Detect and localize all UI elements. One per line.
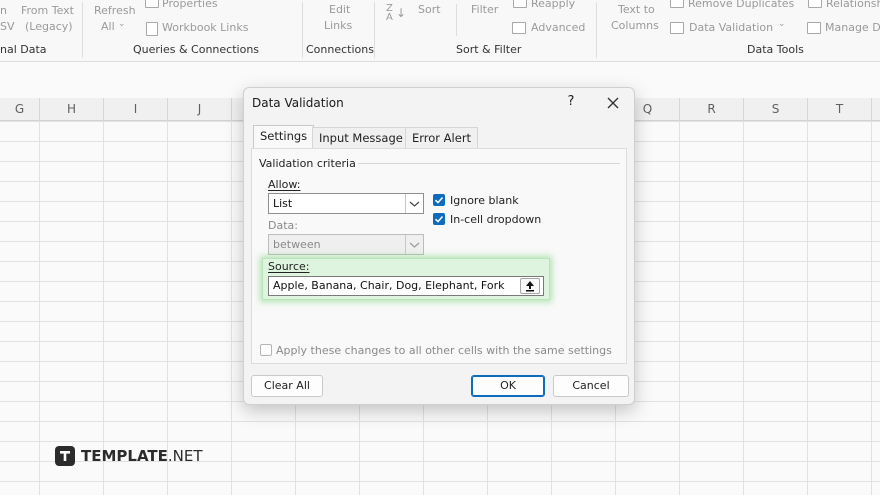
- relationships-button[interactable]: Relationsh: [826, 0, 880, 10]
- ok-button[interactable]: OK: [471, 375, 545, 397]
- apply-all-label[interactable]: Apply these changes to all other cells w…: [276, 344, 612, 357]
- tab-error-alert[interactable]: Error Alert: [405, 127, 479, 148]
- group-label-external-data: nal Data: [0, 43, 47, 56]
- relationships-icon: [808, 0, 822, 8]
- refresh-all-button[interactable]: Refresh: [94, 4, 136, 17]
- ribbon-separator: [82, 2, 83, 58]
- ribbon-separator: [302, 2, 303, 58]
- from-text-button[interactable]: From Text: [21, 4, 74, 17]
- settings-panel: Validation criteria Allow: List Ignore b…: [251, 148, 627, 364]
- brand-name: TEMPLATE.NET: [81, 447, 203, 465]
- group-label-data-tools: Data Tools: [747, 43, 804, 56]
- group-label-connections: Connections: [306, 43, 374, 56]
- advanced-filter-icon: [512, 22, 526, 34]
- dialog-title: Data Validation: [252, 96, 344, 110]
- refresh-all-label[interactable]: All: [101, 20, 115, 33]
- data-dropdown: between: [268, 234, 424, 255]
- advanced-button[interactable]: Advanced: [531, 21, 585, 34]
- validation-criteria-heading: Validation criteria: [259, 157, 356, 170]
- clear-all-button[interactable]: Clear All: [251, 375, 323, 397]
- allow-value: List: [273, 197, 293, 210]
- group-label-sort-filter: Sort & Filter: [456, 43, 522, 56]
- chevron-down-icon: [409, 242, 420, 248]
- t-logo-icon: [60, 451, 70, 461]
- tab-settings[interactable]: Settings: [253, 125, 315, 148]
- manage-data-model-button[interactable]: Manage Dat: [825, 21, 880, 34]
- dropdown-arrow[interactable]: [405, 194, 423, 213]
- data-value: between: [273, 238, 321, 251]
- brand-suffix: .NET: [167, 447, 203, 465]
- in-cell-dropdown-label[interactable]: In-cell dropdown: [450, 213, 541, 226]
- check-icon: [434, 215, 444, 223]
- ribbon-separator: [456, 4, 457, 36]
- data-validation-icon: [670, 22, 684, 34]
- edit-links-button[interactable]: Edit: [329, 3, 350, 16]
- data-validation-button[interactable]: Data Validation: [689, 21, 773, 34]
- reapply-icon: [513, 0, 527, 8]
- ribbon-separator: [374, 2, 375, 58]
- dropdown-arrow: [405, 235, 423, 254]
- source-value: Apple, Banana, Chair, Dog, Elephant, For…: [273, 279, 505, 292]
- tab-input-message[interactable]: Input Message: [312, 127, 410, 148]
- ignore-blank-checkbox[interactable]: [433, 194, 445, 206]
- source-label: Source:: [268, 260, 310, 273]
- from-text-partial-2: SV: [0, 20, 15, 33]
- cancel-button[interactable]: Cancel: [553, 375, 629, 397]
- ribbon: n From Text SV (Legacy) Refresh All ⌄ Pr…: [0, 0, 880, 62]
- data-label: Data:: [268, 219, 298, 232]
- ribbon-separator: [596, 2, 597, 58]
- workbook-links-button[interactable]: Workbook Links: [162, 21, 248, 34]
- help-button[interactable]: ?: [562, 94, 580, 112]
- template-logo-icon: [55, 446, 75, 466]
- arrow-down-icon: ↓: [396, 6, 407, 20]
- filter-button[interactable]: Filter: [471, 3, 498, 16]
- ignore-blank-label[interactable]: Ignore blank: [450, 194, 519, 207]
- remove-duplicates-icon: [670, 0, 684, 8]
- edit-links-label[interactable]: Links: [324, 19, 352, 32]
- in-cell-dropdown-checkbox[interactable]: [433, 213, 445, 225]
- data-validation-dialog: Data Validation ? Settings Input Message…: [243, 87, 635, 405]
- text-to-columns-button[interactable]: Text to: [618, 3, 655, 16]
- source-input[interactable]: Apple, Banana, Chair, Dog, Elephant, For…: [268, 276, 544, 296]
- text-to-columns-label[interactable]: Columns: [611, 19, 659, 32]
- section-divider: [358, 163, 620, 164]
- chevron-down-icon: [409, 201, 420, 207]
- chevron-down-icon[interactable]: ⌄: [778, 19, 786, 29]
- remove-duplicates-button[interactable]: Remove Duplicates: [688, 0, 794, 10]
- close-button[interactable]: [602, 92, 624, 114]
- allow-dropdown[interactable]: List: [268, 193, 424, 214]
- range-select-button[interactable]: [520, 278, 540, 294]
- arrow-up-icon: [526, 281, 534, 292]
- properties-icon: [145, 0, 159, 8]
- close-icon: [607, 97, 619, 109]
- allow-label: Allow:: [268, 178, 301, 191]
- reapply-button[interactable]: Reapply: [531, 0, 575, 10]
- chevron-down-icon[interactable]: ⌄: [118, 19, 126, 29]
- apply-all-checkbox[interactable]: [260, 344, 272, 356]
- from-text-legacy: (Legacy): [25, 20, 73, 33]
- properties-button[interactable]: Properties: [162, 0, 218, 10]
- from-text-partial[interactable]: n: [0, 4, 7, 17]
- brand-name-main: TEMPLATE: [81, 447, 168, 465]
- group-label-queries-connections: Queries & Connections: [133, 43, 260, 56]
- sort-za-button[interactable]: Z A: [386, 4, 393, 23]
- workbook-links-icon: [146, 22, 158, 36]
- manage-data-model-icon: [807, 22, 821, 34]
- check-icon: [434, 196, 444, 204]
- sort-button[interactable]: Sort: [418, 3, 441, 16]
